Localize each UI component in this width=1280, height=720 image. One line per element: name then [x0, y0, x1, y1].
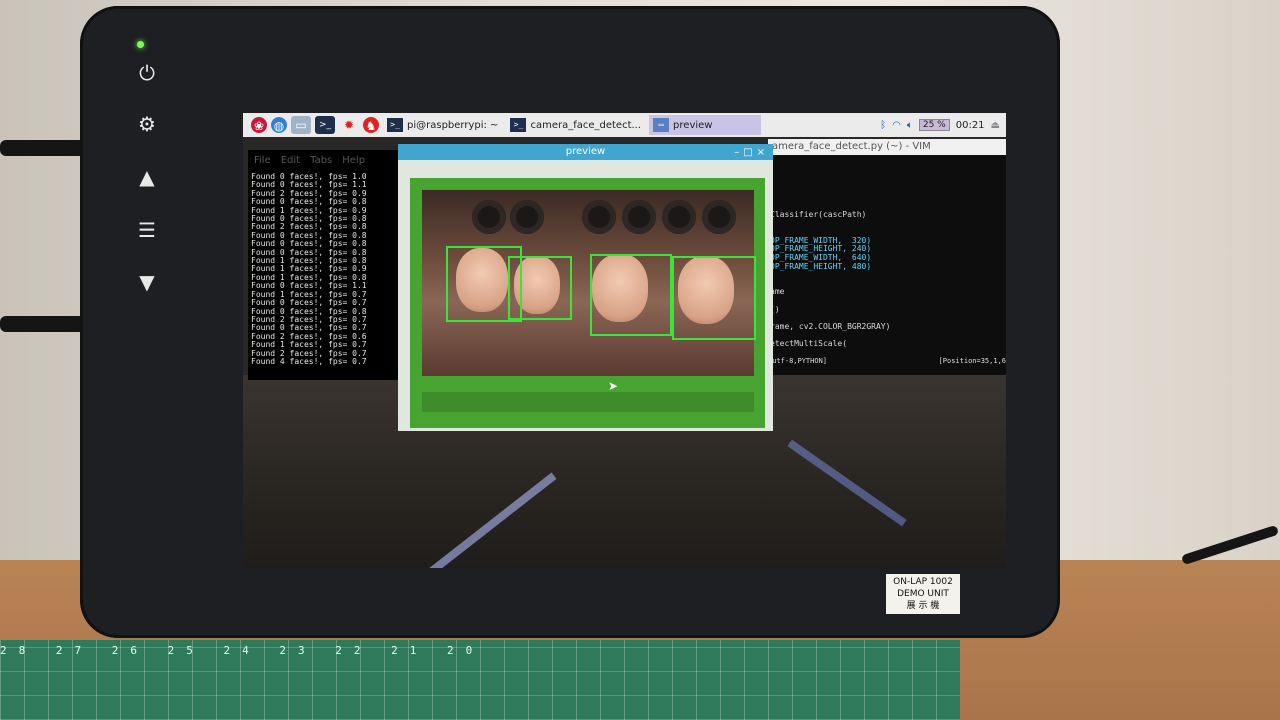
terminal-icon: >_ [387, 118, 403, 132]
badge-line3: 展 示 機 [906, 601, 940, 611]
window-controls: –□× [734, 145, 769, 161]
terminal-icon: >_ [510, 118, 527, 132]
power-led [137, 41, 144, 48]
clock: 00:21 [955, 119, 985, 131]
file-manager-icon[interactable]: ▭ [291, 116, 311, 134]
preview-title: preview [565, 146, 606, 157]
wifi-icon[interactable]: ◠ [892, 120, 901, 131]
vim-status-left: ,utf-8,PYTHON] [768, 357, 828, 365]
system-tray: ᛒ ◠ 🔈︎ 25 % 00:21 ⏏ [880, 119, 1006, 131]
hair-roller [472, 200, 506, 234]
face-detection-box [590, 254, 672, 336]
terminal-icon[interactable]: >_ [315, 116, 335, 134]
volume-up-icon[interactable]: ▲ [134, 164, 160, 190]
menu-edit[interactable]: Edit [281, 155, 300, 171]
face-detection-box [672, 256, 756, 340]
frame-bezel-bottom [422, 392, 754, 412]
menu-tabs[interactable]: Tabs [310, 155, 332, 171]
hair-roller [702, 200, 736, 234]
hair-roller [582, 200, 616, 234]
mouse-cursor-icon: ➤ [608, 379, 619, 393]
menu-file[interactable]: File [254, 155, 271, 171]
browser-icon[interactable]: ◍ [271, 117, 287, 133]
badge-line2: DEMO UNIT [897, 589, 949, 599]
vim-statusline: ,utf-8,PYTHON] [Position=35,1,6 [768, 357, 1006, 365]
menu-icon[interactable]: ☰ [134, 217, 160, 243]
power-icon[interactable]: ⏻ [134, 60, 160, 86]
raspberry-menu-icon[interactable]: ❀ [251, 117, 267, 133]
vim-code-line [770, 297, 1006, 306]
hair-roller [662, 200, 696, 234]
screen: ❀ ◍ ▭ >_ ✹ ♞ >_ pi@raspberrypi: ~ >_ cam… [243, 113, 1006, 568]
volume-down-icon[interactable]: ▼ [134, 269, 160, 295]
preview-titlebar[interactable]: preview –□× [398, 144, 773, 160]
taskbar-app-preview[interactable]: ▭ preview [649, 115, 762, 135]
vim-code-line: Classifier(cascPath) [770, 210, 867, 219]
taskbar-app-terminal[interactable]: >_ pi@raspberrypi: ~ [383, 115, 502, 135]
eject-icon[interactable]: ⏏ [991, 120, 1000, 131]
hair-roller [622, 200, 656, 234]
bluetooth-icon[interactable]: ᛒ [880, 120, 886, 131]
cpu-usage: 25 % [918, 119, 950, 131]
camera-frame [410, 178, 765, 428]
hair-roller [510, 200, 544, 234]
vim-code-line [770, 271, 1006, 280]
vim-code: Classifier(cascPath) OP_FRAME_WIDTH, 320)… [770, 210, 1006, 349]
vim-code-line: ame [770, 287, 785, 297]
mathematica-icon[interactable]: ♞ [363, 117, 379, 133]
volume-icon[interactable]: 🔈︎ [907, 120, 913, 131]
taskbar-app-vim[interactable]: >_ camera_face_detect... [506, 115, 645, 135]
vim-code-line: rame, cv2.COLOR_BGR2GRAY) [770, 321, 891, 331]
demo-unit-badge: ON-LAP 1002 DEMO UNIT 展 示 機 [886, 574, 960, 614]
taskbar: ❀ ◍ ▭ >_ ✹ ♞ >_ pi@raspberrypi: ~ >_ cam… [243, 113, 1006, 137]
taskbar-app-label: preview [673, 119, 713, 131]
vim-code-line: () [770, 304, 780, 314]
vim-status-right: [Position=35,1,6 [938, 357, 1006, 365]
mat-ruler-numbers: 28 27 26 25 24 23 22 21 20 [0, 644, 485, 657]
taskbar-app-label: camera_face_detect... [530, 119, 642, 131]
menu-help[interactable]: Help [342, 155, 365, 171]
face-detection-box [508, 256, 572, 320]
taskbar-app-label: pi@raspberrypi: ~ [407, 119, 499, 131]
maximize-icon[interactable]: □ [743, 147, 756, 158]
badge-line1: ON-LAP 1002 [893, 577, 953, 587]
camera-image [422, 190, 756, 376]
gear-icon[interactable]: ⚙ [134, 111, 160, 137]
wolfram-icon[interactable]: ✹ [339, 116, 359, 134]
preview-window: preview –□× [398, 144, 773, 431]
close-icon[interactable]: × [757, 147, 769, 158]
vim-code-line: OP_FRAME_HEIGHT, 480) [770, 261, 872, 271]
vim-code-line [770, 280, 1006, 289]
terminal-menubar: File Edit Tabs Help [248, 155, 404, 171]
vim-code-line: etectMultiScale( [770, 338, 848, 348]
window-icon: ▭ [653, 118, 670, 132]
vim-window-title: amera_face_detect.py (~) - VIM [768, 139, 1006, 155]
minimize-icon[interactable]: – [734, 147, 743, 158]
vim-code-line [770, 220, 1006, 229]
